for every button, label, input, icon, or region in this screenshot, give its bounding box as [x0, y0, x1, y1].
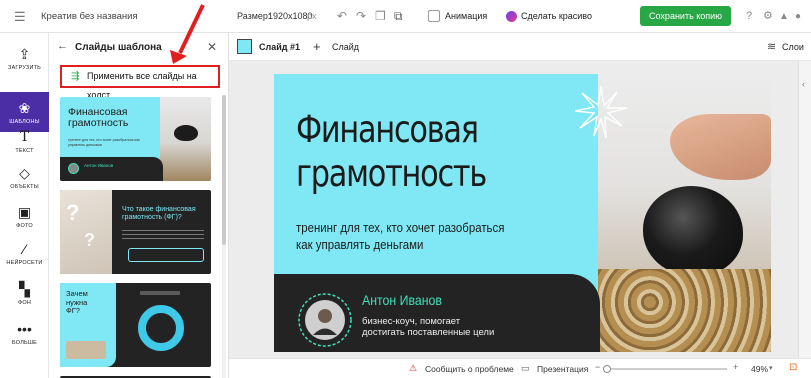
thumb-3-donut	[138, 305, 184, 351]
animation-checkbox[interactable]	[428, 10, 440, 22]
save-copy-button[interactable]: Сохранить копию	[640, 6, 731, 26]
beautify-button[interactable]: Сделать красиво	[521, 0, 592, 33]
thumb-2-text	[122, 230, 204, 242]
right-collapse-strip[interactable]: ‹	[798, 61, 811, 358]
zoom-out-icon[interactable]: −	[595, 362, 600, 372]
apply-slides-icon: ⇶	[71, 71, 80, 82]
text-icon: T	[19, 129, 30, 145]
size-label: Размер:	[237, 11, 271, 21]
thumb-1-photo	[160, 97, 211, 181]
thumb-1-author-bar: Антон Иванов	[60, 157, 163, 181]
thumb-1-subtitle: тренинг для тех, кто хочет разобраться к…	[68, 138, 140, 147]
add-slide-button[interactable]: Слайд	[332, 42, 359, 52]
back-arrow-icon[interactable]: ←	[57, 40, 68, 52]
expand-chevron-icon[interactable]: ‹	[802, 79, 805, 89]
template-thumb-1[interactable]: Финансовая грамотность тренинг для тех, …	[60, 97, 211, 181]
help-icon[interactable]: ?	[746, 0, 752, 33]
hand	[670, 114, 771, 180]
settings-icon[interactable]: ⚙	[763, 0, 773, 33]
sidebar-item-text[interactable]: T ТЕКСТ	[0, 121, 49, 161]
left-sidebar: ⇪ ЗАГРУЗИТЬ ❀ ШАБЛОНЫ T ТЕКСТ ◇ ОБЪЕКТЫ …	[0, 33, 49, 378]
starburst-decoration	[575, 86, 627, 138]
apply-all-slides-button[interactable]: ⇶ Применить все слайды на холст	[60, 65, 220, 100]
background-icon: ▚	[19, 281, 30, 297]
thumb-1-title: Финансовая грамотность	[68, 106, 129, 129]
thumb-1-author: Антон Иванов	[84, 163, 114, 168]
top-toolbar: ☰ Креатив без названия Размер: 1920x1080…	[0, 0, 811, 33]
slide-color-swatch[interactable]	[237, 39, 252, 54]
account-icon[interactable]: ●	[795, 0, 801, 33]
size-value[interactable]: 1920x1080	[268, 0, 313, 33]
slide-subtitle: тренинг для тех, кто хочет разобраться к…	[296, 220, 505, 252]
photo-icon: ▣	[17, 204, 32, 220]
size-unit: px	[307, 11, 317, 21]
notifications-icon[interactable]: ▲	[779, 0, 789, 33]
slide-toolbar: Слайд #1 + Слайд ≋ Слои	[229, 33, 811, 61]
panel-title: Слайды шаблона	[75, 42, 162, 53]
sidebar-item-ai[interactable]: ⁄ НЕЙРОСЕТИ	[0, 233, 49, 273]
more-icon: •••	[17, 321, 32, 337]
report-problem-link[interactable]: Сообщить о проблеме	[425, 364, 514, 374]
thumb-3-title: Зачем нужна ФГ?	[66, 289, 88, 315]
sidebar-item-objects[interactable]: ◇ ОБЪЕКТЫ	[0, 157, 49, 197]
zoom-slider[interactable]	[603, 365, 727, 373]
undo-icon[interactable]: ↶	[337, 0, 347, 33]
piggy-bank	[643, 186, 743, 276]
layers-button[interactable]: Слои	[782, 42, 804, 52]
zoom-slider-handle[interactable]	[603, 365, 611, 373]
template-thumb-3[interactable]: Зачем нужна ФГ?	[60, 283, 211, 367]
zoom-value[interactable]: 49%	[751, 364, 768, 374]
upload-icon: ⇪	[18, 46, 31, 62]
duplicate-icon[interactable]: ⧉	[394, 0, 403, 33]
slide-title-line-2: грамотность	[296, 152, 487, 195]
sidebar-item-photo[interactable]: ▣ ФОТО	[0, 196, 49, 236]
template-slides-panel: ← Слайды шаблона ✕ ⇶ Применить все слайд…	[49, 33, 229, 378]
redo-icon[interactable]: ↷	[356, 0, 366, 33]
objects-icon: ◇	[19, 165, 30, 181]
report-problem-icon[interactable]: ⚠	[409, 363, 417, 374]
slide-canvas[interactable]: Финансовая грамотность тренинг для тех, …	[274, 74, 771, 352]
animation-label: Анимация	[445, 11, 488, 21]
slide-name[interactable]: Слайд #1	[259, 42, 300, 52]
thumb-2-title: Что такое финансовая грамотность (ФГ)?	[122, 206, 196, 221]
sidebar-item-upload[interactable]: ⇪ ЗАГРУЗИТЬ	[0, 38, 49, 78]
sidebar-item-background[interactable]: ▚ ФОН	[0, 273, 49, 313]
sidebar-item-more[interactable]: ••• БОЛЬШЕ	[0, 313, 49, 353]
copy-icon[interactable]: ❐	[375, 0, 386, 33]
menu-icon[interactable]: ☰	[14, 0, 26, 33]
add-slide-icon[interactable]: +	[313, 39, 321, 54]
slide-title-line-1: Финансовая	[296, 108, 479, 151]
document-title[interactable]: Креатив без названия	[41, 0, 138, 33]
panel-scrollbar-thumb[interactable]	[222, 95, 226, 245]
annotation-arrow	[170, 4, 205, 64]
author-block: Антон Иванов бизнес-коуч, помогает дости…	[274, 274, 600, 352]
coins	[598, 269, 771, 352]
author-name: Антон Иванов	[362, 292, 442, 308]
zoom-dropdown-icon[interactable]: ▾	[769, 364, 773, 372]
template-thumb-2[interactable]: ? ? Что такое финансовая грамотность (ФГ…	[60, 190, 211, 274]
author-role: бизнес-коуч, помогает достигать поставле…	[362, 316, 495, 338]
beautify-icon	[506, 11, 517, 22]
fullscreen-icon[interactable]: ⊡	[789, 362, 797, 373]
presentation-icon[interactable]: ▭	[521, 363, 530, 374]
presentation-button[interactable]: Презентация	[537, 364, 588, 374]
thumb-2-photo: ? ?	[60, 190, 112, 274]
ai-wand-icon: ⁄	[23, 241, 26, 257]
thumb-3-left: Зачем нужна ФГ?	[60, 283, 116, 367]
slide-title: Финансовая грамотность	[296, 108, 487, 196]
templates-icon: ❀	[18, 100, 31, 116]
panel-scrollbar[interactable]	[222, 95, 226, 378]
thumb-2-box	[128, 248, 204, 262]
author-avatar-frame	[298, 293, 352, 347]
layers-icon[interactable]: ≋	[767, 40, 776, 53]
zoom-in-icon[interactable]: +	[733, 362, 738, 372]
bottom-status-bar: ⚠ Сообщить о проблеме ▭ Презентация − + …	[229, 358, 811, 378]
